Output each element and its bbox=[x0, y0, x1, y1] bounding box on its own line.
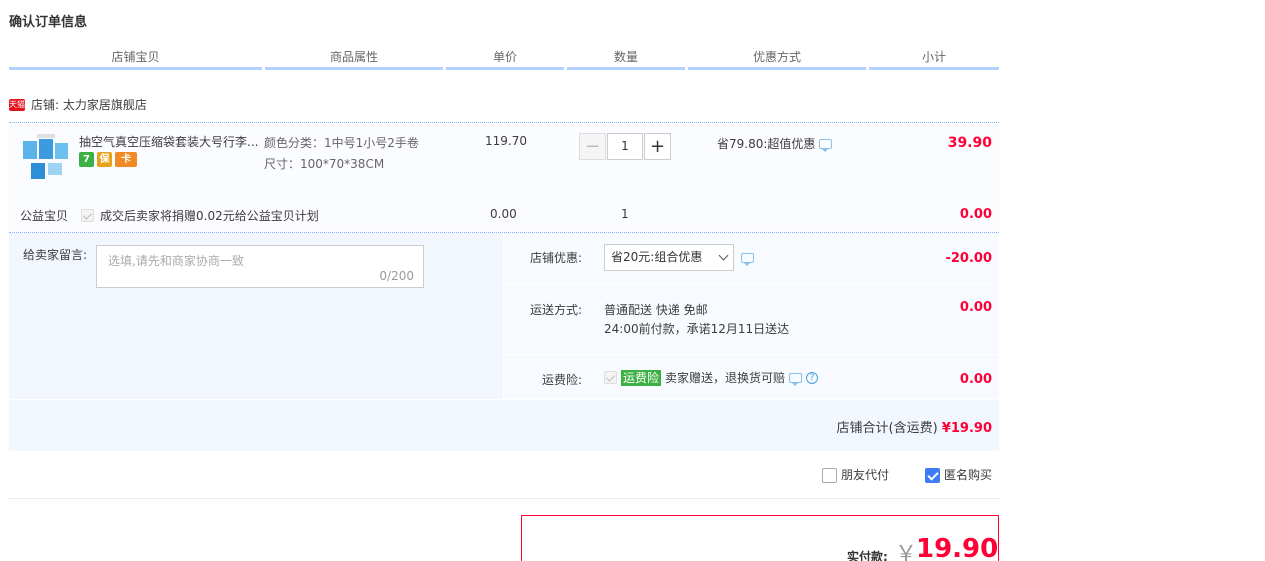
unit-price: 119.70 bbox=[485, 134, 527, 148]
item-subtotal: 39.90 bbox=[947, 135, 992, 151]
item-promotion: 省79.80:超值优惠 bbox=[717, 135, 833, 152]
message-char-count: 0/200 bbox=[379, 269, 414, 283]
order-item: 抽空气真空压缩袋套装大号行李... 7 保 卡 颜色分类：1中号1小号2手卷 尺… bbox=[9, 122, 999, 231]
shipping-method: 普通配送 快递 免邮 bbox=[604, 303, 708, 317]
message-panel: 给卖家留言: 选填,请先和商家协商一致 0/200 bbox=[9, 233, 503, 399]
shop-discount-value: -20.00 bbox=[945, 251, 992, 266]
shop-discount-selected: 省20元:组合优惠 bbox=[611, 250, 703, 264]
friend-pay-checkbox[interactable] bbox=[822, 468, 837, 483]
shipping-row: 运送方式: 普通配送 快递 免邮 24:00前付款，承诺12月11日送达 0.0… bbox=[504, 284, 999, 354]
message-placeholder: 选填,请先和商家协商一致 bbox=[108, 254, 244, 268]
column-header-unit-price: 单价 bbox=[446, 48, 564, 70]
column-header-attributes: 商品属性 bbox=[265, 48, 443, 70]
table-header: 店铺宝贝 商品属性 单价 数量 优惠方式 小计 bbox=[9, 48, 999, 70]
column-header-discount: 优惠方式 bbox=[688, 48, 866, 70]
insurance-label: 运费险: bbox=[541, 373, 582, 387]
shop-discount-select[interactable]: 省20元:组合优惠 bbox=[604, 244, 734, 271]
product-thumbnail[interactable] bbox=[21, 133, 71, 183]
increase-quantity-button[interactable]: + bbox=[644, 133, 671, 160]
quantity-stepper: − 1 + bbox=[579, 133, 671, 160]
chat-icon[interactable] bbox=[819, 138, 833, 152]
column-header-subtotal: 小计 bbox=[869, 48, 999, 70]
payment-summary: 实付款: ￥ 19.90 bbox=[521, 515, 999, 561]
payment-label: 实付款: bbox=[847, 550, 888, 561]
chat-icon[interactable] bbox=[789, 372, 803, 386]
service-badges: 7 保 卡 bbox=[79, 152, 137, 167]
message-label: 给卖家留言: bbox=[23, 248, 88, 262]
friend-pay-option[interactable]: 朋友代付 bbox=[822, 466, 889, 483]
guarantee-icon: 保 bbox=[97, 152, 112, 167]
chat-icon[interactable] bbox=[741, 253, 754, 266]
product-size-attribute: 尺寸：100*70*38CM bbox=[264, 157, 385, 171]
shop-total-bar: 店铺合计(含运费) ¥19.90 bbox=[9, 400, 999, 451]
charity-price: 0.00 bbox=[490, 207, 517, 221]
column-header-shop-item: 店铺宝贝 bbox=[9, 48, 262, 70]
card-icon: 卡 bbox=[115, 152, 137, 167]
shipping-value: 0.00 bbox=[959, 300, 992, 315]
shop-discount-label: 店铺优惠: bbox=[529, 251, 582, 265]
currency-symbol: ￥ bbox=[895, 542, 918, 561]
insurance-row: 运费险: 运费险 卖家赠送，退换货可赔 ? 0.00 bbox=[504, 355, 999, 399]
tmall-icon: 天猫 bbox=[9, 98, 25, 111]
product-color-attribute: 颜色分类：1中号1小号2手卷 bbox=[264, 136, 419, 150]
charity-text: 成交后卖家将捐赠0.02元给公益宝贝计划 bbox=[100, 209, 319, 223]
product-name[interactable]: 抽空气真空压缩袋套装大号行李... bbox=[79, 133, 259, 150]
charity-info: 成交后卖家将捐赠0.02元给公益宝贝计划 bbox=[81, 207, 319, 224]
delivery-promise: 24:00前付款，承诺12月11日送达 bbox=[604, 322, 790, 336]
shop-name[interactable]: 店铺: 太力家居旗舰店 bbox=[31, 96, 147, 113]
payment-options: 朋友代付 匿名购买 bbox=[822, 466, 992, 483]
insurance-value: 0.00 bbox=[959, 372, 992, 387]
page-title: 确认订单信息 bbox=[9, 15, 88, 30]
shop-total: 店铺合计(含运费) ¥19.90 bbox=[837, 417, 992, 436]
seven-day-return-icon: 7 bbox=[79, 152, 94, 167]
shop-header: 天猫 店铺: 太力家居旗舰店 bbox=[9, 96, 147, 113]
help-icon[interactable]: ? bbox=[806, 371, 819, 384]
anonymous-option[interactable]: 匿名购买 bbox=[925, 466, 992, 483]
charity-checkbox bbox=[81, 209, 94, 222]
insurance-checkbox bbox=[604, 371, 617, 384]
shop-total-label: 店铺合计(含运费) bbox=[836, 421, 938, 436]
order-details: 给卖家留言: 选填,请先和商家协商一致 0/200 店铺优惠: -20.00 运… bbox=[9, 232, 999, 451]
quantity-input[interactable]: 1 bbox=[607, 133, 643, 160]
chevron-down-icon bbox=[718, 250, 729, 261]
decrease-quantity-button[interactable]: − bbox=[579, 133, 606, 160]
seller-message-field[interactable]: 选填,请先和商家协商一致 0/200 bbox=[96, 245, 424, 288]
charity-subtotal: 0.00 bbox=[959, 207, 992, 222]
insurance-info: 运费险 卖家赠送，退换货可赔 ? bbox=[604, 369, 819, 386]
anonymous-checkbox[interactable] bbox=[925, 468, 941, 483]
shop-total-amount: ¥19.90 bbox=[941, 421, 992, 436]
divider bbox=[9, 498, 999, 499]
charity-quantity: 1 bbox=[621, 207, 629, 221]
insurance-text: 卖家赠送，退换货可赔 bbox=[665, 371, 786, 385]
friend-pay-label: 朋友代付 bbox=[841, 468, 890, 482]
charity-label: 公益宝贝 bbox=[20, 209, 69, 223]
column-header-quantity: 数量 bbox=[567, 48, 685, 70]
anonymous-label: 匿名购买 bbox=[944, 468, 993, 482]
shipping-label: 运送方式: bbox=[529, 303, 582, 317]
payment-amount: 19.90 bbox=[916, 534, 999, 561]
promotion-text: 省79.80:超值优惠 bbox=[717, 137, 816, 151]
insurance-tag: 运费险 bbox=[621, 369, 662, 386]
